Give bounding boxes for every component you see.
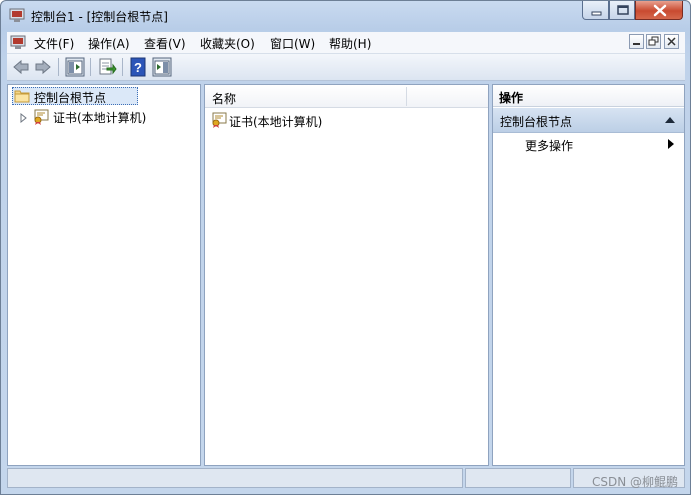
close-button[interactable] xyxy=(635,1,683,20)
tree-node-label: 证书(本地计算机) xyxy=(53,111,147,125)
collapse-arrow-icon[interactable] xyxy=(665,116,675,123)
status-cell-main xyxy=(7,468,463,488)
certificate-icon xyxy=(34,109,49,125)
certificate-icon xyxy=(212,112,227,128)
actions-header: 操作 xyxy=(493,85,684,107)
restore-icon xyxy=(648,36,659,46)
maximize-button[interactable] xyxy=(609,1,635,20)
watermark: CSDN @柳鲲鹏 xyxy=(591,475,678,489)
menu-action[interactable]: 操作(A) xyxy=(88,35,130,52)
help-icon[interactable]: ? xyxy=(128,57,148,77)
toolbar-separator xyxy=(58,58,59,76)
submenu-arrow-icon xyxy=(668,139,674,149)
forward-arrow-icon[interactable] xyxy=(33,57,53,77)
expand-arrow-icon[interactable] xyxy=(20,113,28,123)
actions-pane: 操作 控制台根节点 更多操作 xyxy=(492,84,685,466)
show-hide-action-pane-icon[interactable] xyxy=(152,57,172,77)
column-header-label: 名称 xyxy=(212,92,237,106)
menu-file[interactable]: 文件(F) xyxy=(34,35,74,52)
menu-help[interactable]: 帮助(H) xyxy=(329,35,371,52)
list-item[interactable]: 证书(本地计算机) xyxy=(208,111,408,129)
actions-section-header[interactable]: 控制台根节点 xyxy=(493,108,684,133)
column-divider[interactable] xyxy=(406,87,407,106)
maximize-icon xyxy=(617,5,629,15)
action-more-actions[interactable]: 更多操作 xyxy=(493,134,684,154)
minimize-icon xyxy=(591,11,602,16)
folder-icon xyxy=(14,90,30,103)
toolbar-separator xyxy=(90,58,91,76)
console-app-icon xyxy=(9,8,25,22)
status-bar xyxy=(7,468,685,490)
close-icon xyxy=(653,4,667,17)
minimize-icon xyxy=(633,43,640,45)
mmc-window: 控制台1 - [控制台根节点] 文件(F) 操作(A) 查看(V) 收藏夹(O)… xyxy=(0,0,691,495)
child-close-button[interactable] xyxy=(664,34,679,49)
status-cell xyxy=(465,468,571,488)
menu-bar: 文件(F) 操作(A) 查看(V) 收藏夹(O) 窗口(W) 帮助(H) xyxy=(7,32,685,54)
result-pane: 名称 证书(本地计算机) xyxy=(204,84,489,466)
child-restore-button[interactable] xyxy=(646,34,661,49)
tree-node-certificates[interactable]: 证书(本地计算机) xyxy=(53,109,163,125)
child-minimize-button[interactable] xyxy=(629,34,644,49)
actions-header-label: 操作 xyxy=(499,91,524,105)
title-bar[interactable]: 控制台1 - [控制台根节点] xyxy=(1,1,690,29)
menu-favorites[interactable]: 收藏夹(O) xyxy=(200,35,255,52)
menu-window[interactable]: 窗口(W) xyxy=(270,35,315,52)
back-arrow-icon[interactable] xyxy=(11,57,31,77)
export-list-icon[interactable] xyxy=(97,57,117,77)
list-item-label: 证书(本地计算机) xyxy=(229,115,323,129)
console-menu-icon[interactable] xyxy=(10,34,26,50)
actions-section-title: 控制台根节点 xyxy=(500,115,573,129)
menu-view[interactable]: 查看(V) xyxy=(144,35,186,52)
toolbar: ? xyxy=(7,54,685,81)
show-hide-tree-icon[interactable] xyxy=(65,57,85,77)
console-tree-pane: 控制台根节点 证书(本地计算机) xyxy=(7,84,201,466)
minimize-button[interactable] xyxy=(582,1,609,20)
svg-text:?: ? xyxy=(134,60,142,75)
close-icon xyxy=(667,37,676,46)
toolbar-separator xyxy=(122,58,123,76)
window-title: 控制台1 - [控制台根节点] xyxy=(31,10,168,24)
action-item-label: 更多操作 xyxy=(525,139,574,153)
column-header-name[interactable]: 名称 xyxy=(205,85,488,108)
tree-root-label: 控制台根节点 xyxy=(34,91,107,105)
